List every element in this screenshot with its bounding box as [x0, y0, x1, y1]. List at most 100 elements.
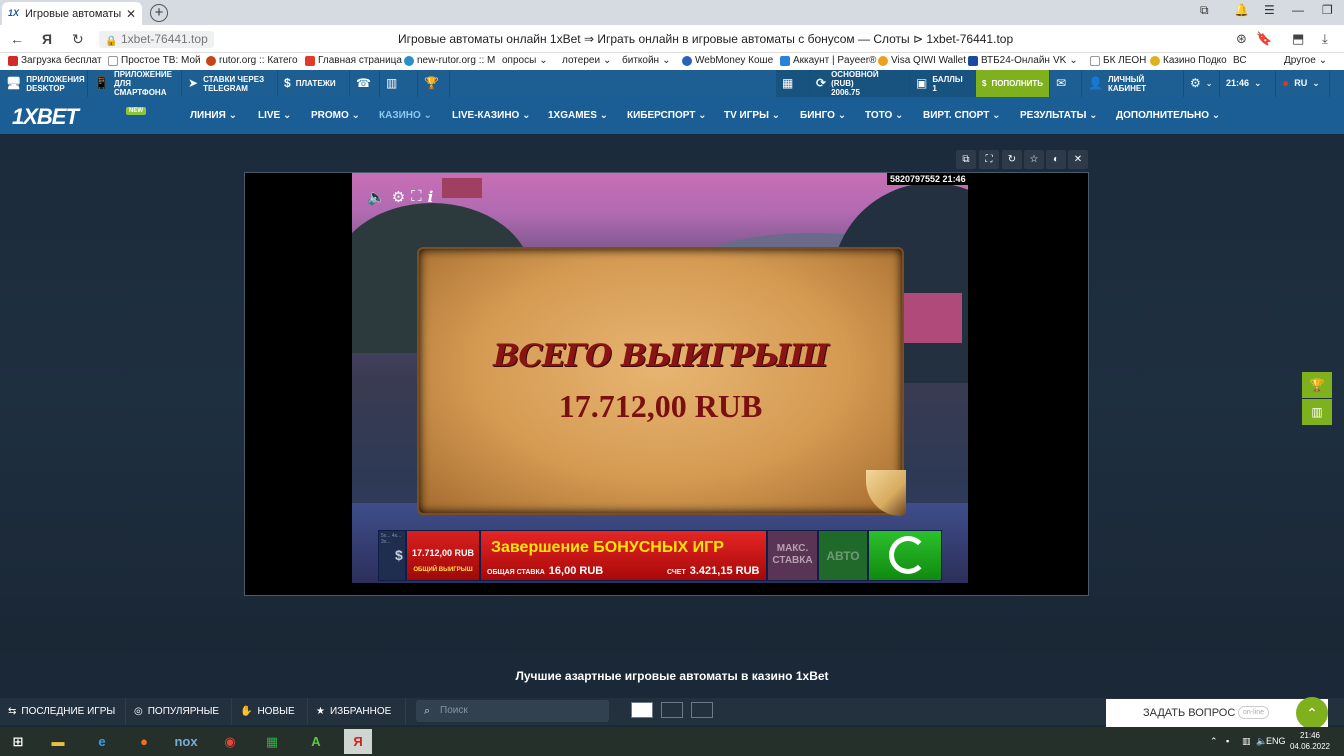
site-logo[interactable]: 1XBET [12, 104, 79, 130]
balance-widget[interactable]: ⟳ Основной (RUB) 2006.75 [810, 70, 910, 97]
extensions-icon[interactable]: ⬒ [1292, 31, 1304, 47]
view-medium-button[interactable] [661, 702, 683, 718]
apps-smartphone-button[interactable]: 📱 Приложение для смартфона [88, 70, 182, 97]
time-selector[interactable]: 21:46 ⌄ [1220, 70, 1276, 97]
nav-live-casino[interactable]: LIVE-КАЗИНО ⌄ [452, 110, 531, 121]
bookmark-item[interactable]: WebMoney Коше [682, 55, 773, 66]
bookmark-item[interactable]: БК ЛЕОН [1090, 55, 1146, 66]
tray-chevron-icon[interactable]: ⌃ [1210, 736, 1218, 747]
stats-button[interactable]: ▥ [380, 70, 418, 97]
view-small-button[interactable] [691, 702, 713, 718]
games-search-input[interactable]: ⌕ Поиск [416, 700, 609, 722]
nox-icon[interactable]: nox [172, 729, 200, 754]
excel-icon[interactable]: ▦ [258, 729, 286, 754]
ie-icon[interactable]: e [88, 729, 116, 754]
fullscreen-button[interactable]: ⛶ [979, 150, 999, 169]
bookmark-icon[interactable]: 🔖 [1256, 31, 1272, 47]
bookmark-item[interactable]: Visa QIWI Wallet [878, 55, 966, 66]
android-icon[interactable]: A [302, 729, 330, 754]
ask-question-button[interactable]: ЗАДАТЬ ВОПРОС on-line ⌃ [1106, 697, 1328, 729]
language-selector[interactable]: ● RU ⌄ [1276, 70, 1330, 97]
recent-games-tab[interactable]: ⇆ ПОСЛЕДНИЕ ИГРЫ [0, 698, 126, 725]
nav-live[interactable]: LIVE ⌄ [258, 110, 291, 121]
yandex-browser-icon[interactable]: Я [344, 729, 372, 754]
bookmark-folder[interactable]: опросы ⌄ [502, 55, 548, 66]
gear-icon[interactable]: ⚙ [392, 188, 405, 206]
nav-bingo[interactable]: БИНГО ⌄ [800, 110, 846, 121]
nav-line[interactable]: ЛИНИЯ ⌄ [190, 110, 237, 121]
max-bet-button[interactable]: МАКС. СТАВКА [767, 530, 818, 581]
points-widget[interactable]: ▣ Баллы 1 [910, 70, 976, 97]
bookmark-item[interactable]: Простое ТВ: Мой [108, 55, 201, 66]
nav-more[interactable]: ДОПОЛНИТЕЛЬНО ⌄ [1116, 110, 1220, 121]
bet-level-panel[interactable]: 5x... 4x... 3x... $ [378, 530, 406, 581]
nav-results[interactable]: РЕЗУЛЬТАТЫ ⌄ [1020, 110, 1098, 121]
bookmark-item[interactable]: Казино Подко [1150, 55, 1227, 66]
bookmark-item[interactable]: new-rutor.org :: М [404, 55, 495, 66]
browser-tab[interactable]: 1X Игровые автоматы с ✕ [2, 2, 142, 25]
bookmark-item[interactable]: ВТБ24-Онлайн [968, 55, 1050, 66]
qr-button[interactable]: ▦ [776, 70, 810, 97]
tray-app-icon[interactable]: ▪ [1226, 736, 1229, 746]
taskbar-clock[interactable]: 21:46 04.06.2022 [1288, 730, 1332, 752]
info-icon[interactable]: i [428, 188, 434, 206]
chrome-icon[interactable]: ◉ [216, 729, 244, 754]
nav-tv-games[interactable]: TV ИГРЫ ⌄ [724, 110, 780, 121]
bookmark-item[interactable]: Загрузка бесплат [8, 55, 102, 66]
sound-icon[interactable]: 🔈 [367, 188, 386, 206]
payments-button[interactable]: $ Платежи [278, 70, 350, 97]
messages-button[interactable]: ✉ [1050, 70, 1082, 97]
stats-widget[interactable]: ▥ [1302, 399, 1332, 425]
url-field[interactable]: 🔒 1xbet-76441.top [99, 31, 214, 48]
personal-cabinet-button[interactable]: 👤 Личный кабинет [1082, 70, 1184, 97]
minimize-icon[interactable]: — [1292, 3, 1304, 17]
toggle-button[interactable]: ◐ [1046, 150, 1066, 169]
fullscreen-icon[interactable]: ⛶ [411, 188, 422, 206]
bookmark-item[interactable]: rutor.org :: Катего [206, 55, 298, 66]
scroll-up-icon[interactable]: ⌃ [1296, 697, 1328, 729]
trophy-widget[interactable]: 🏆 [1302, 372, 1332, 398]
view-large-button[interactable] [631, 702, 653, 718]
yandex-icon[interactable]: Я [42, 31, 52, 47]
auto-play-button[interactable]: АВТО [818, 530, 868, 581]
new-tab[interactable]: ✋ НОВЫЕ [232, 698, 308, 725]
download-icon[interactable]: ⤓ [1322, 31, 1328, 47]
menu-icon[interactable]: ☰ [1264, 3, 1275, 17]
trophy-button[interactable]: 🏆 [418, 70, 450, 97]
close-game-button[interactable]: ✕ [1068, 150, 1088, 169]
nav-casino[interactable]: КАЗИНО ⌄ [379, 110, 432, 121]
notifications-icon[interactable]: 🔔 [1234, 3, 1249, 17]
deposit-button[interactable]: $ Пополнить [976, 70, 1050, 97]
nav-virtual-sport[interactable]: ВИРТ. СПОРТ ⌄ [923, 110, 1001, 121]
open-new-window-button[interactable]: ⧉ [956, 150, 976, 169]
favorites-tab[interactable]: ★ ИЗБРАННОЕ [308, 698, 406, 725]
nav-esports[interactable]: КИБЕРСПОРТ ⌄ [627, 110, 707, 121]
bookmark-item[interactable]: Главная страница [305, 55, 402, 66]
other-bookmarks[interactable]: Другое ⌄ [1284, 55, 1327, 66]
back-icon[interactable]: ← [10, 31, 24, 47]
windows-start-icon[interactable]: ⊞ [4, 729, 32, 754]
popular-tab[interactable]: ◎ ПОПУЛЯРНЫЕ [126, 698, 232, 725]
tray-language[interactable]: ENG [1266, 736, 1286, 746]
nav-toto[interactable]: ТОТО ⌄ [865, 110, 903, 121]
bookmark-item[interactable]: Аккаунт | Payeer® [780, 55, 876, 66]
bookmark-folder[interactable]: ВС [1233, 55, 1247, 66]
bookmark-folder[interactable]: VK ⌄ [1053, 55, 1078, 66]
reload-icon[interactable]: ↻ [72, 31, 84, 48]
spin-button[interactable] [868, 530, 942, 581]
nav-1xgames[interactable]: 1XGAMES ⌄ [548, 110, 608, 121]
network-icon[interactable]: ▥ [1242, 736, 1251, 747]
explorer-icon[interactable]: ▬ [44, 729, 72, 754]
maximize-icon[interactable]: ❐ [1322, 3, 1333, 17]
reload-game-button[interactable]: ↻ [1002, 150, 1022, 169]
firefox-icon[interactable]: ● [130, 729, 158, 754]
collections-icon[interactable]: ⧉ [1200, 3, 1209, 18]
telegram-bets-button[interactable]: ➤ Ставки через TELEGRAM [182, 70, 278, 97]
apps-desktop-button[interactable]: 🖥 Приложения DESKTOP [0, 70, 88, 97]
bookmark-folder[interactable]: биткойн ⌄ [622, 55, 670, 66]
new-tab-button[interactable]: + [150, 4, 168, 22]
settings-button[interactable]: ⚙ ⌄ [1184, 70, 1220, 97]
bookmark-folder[interactable]: лотереи ⌄ [562, 55, 611, 66]
translate-icon[interactable]: ⊛ [1236, 31, 1247, 47]
close-tab-icon[interactable]: ✕ [126, 7, 136, 21]
